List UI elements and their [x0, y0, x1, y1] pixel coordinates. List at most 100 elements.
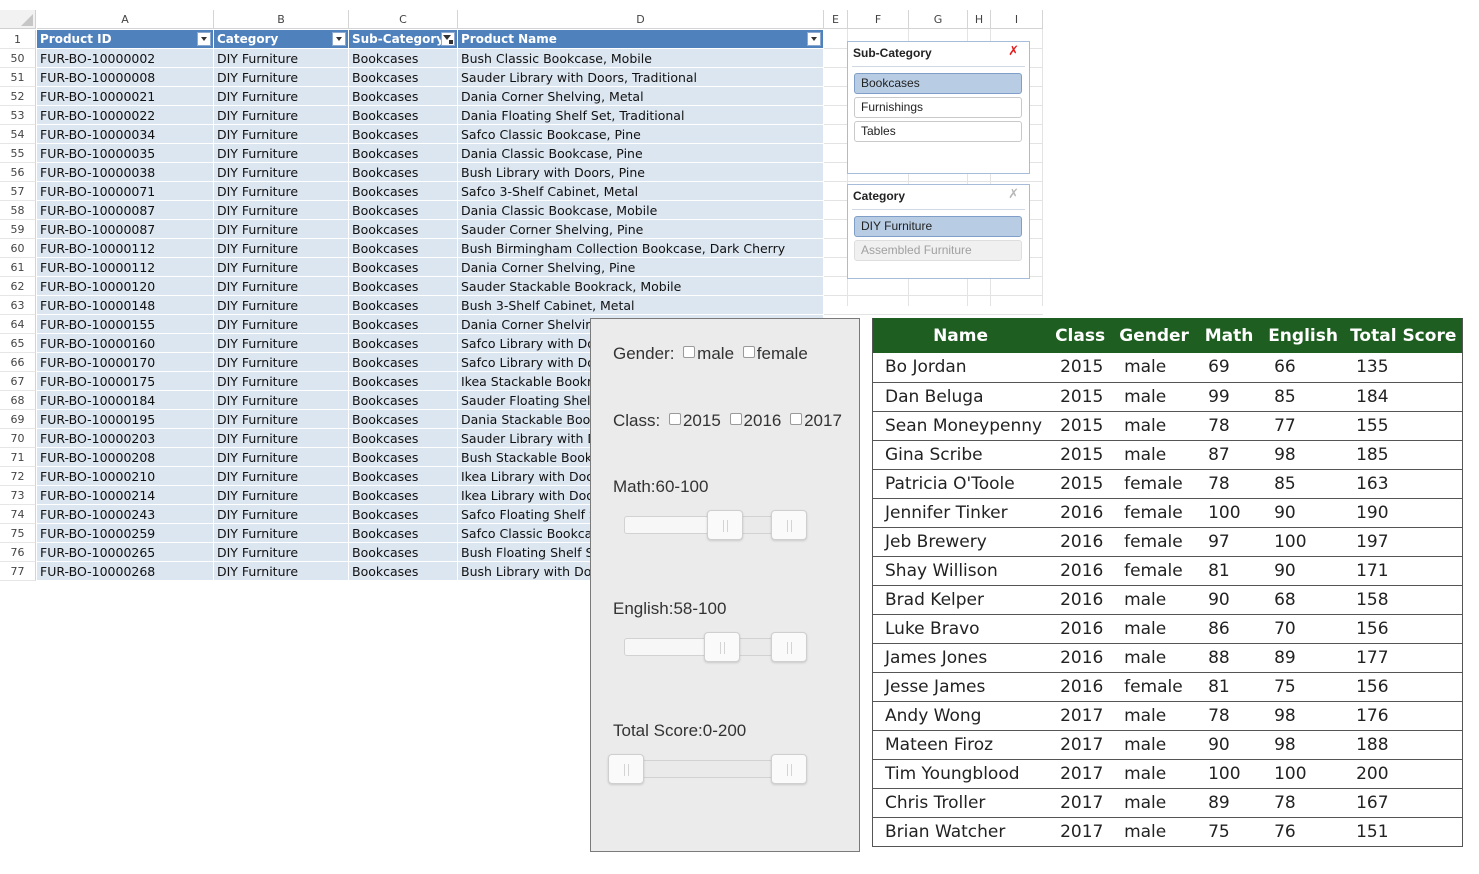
- cell-sub-category[interactable]: Bookcases: [349, 87, 458, 106]
- cell-product-id[interactable]: FUR-BO-10000148: [37, 296, 214, 315]
- cell-product-name[interactable]: Dania Classic Bookcase, Mobile: [458, 201, 824, 220]
- row-number[interactable]: 56: [0, 163, 36, 182]
- column-header-math[interactable]: Math: [1196, 318, 1263, 353]
- clear-filter-icon[interactable]: ✗: [1008, 44, 1019, 59]
- cell-category[interactable]: DIY Furniture: [214, 258, 349, 277]
- cell-category[interactable]: DIY Furniture: [214, 163, 349, 182]
- row-number[interactable]: 72: [0, 467, 36, 486]
- slicer-item[interactable]: Tables: [854, 121, 1022, 142]
- male-checkbox[interactable]: [683, 346, 696, 358]
- cell-product-name[interactable]: Bush Birmingham Collection Bookcase, Dar…: [458, 239, 824, 258]
- cell-sub-category[interactable]: Bookcases: [349, 220, 458, 239]
- cell-product-name[interactable]: Dania Corner Shelving, Metal: [458, 87, 824, 106]
- cell-product-id[interactable]: FUR-BO-10000243: [37, 505, 214, 524]
- row-number[interactable]: 63: [0, 296, 36, 315]
- row-number[interactable]: 58: [0, 201, 36, 220]
- cell-sub-category[interactable]: Bookcases: [349, 296, 458, 315]
- row-number[interactable]: 64: [0, 315, 36, 334]
- cell-category[interactable]: DIY Furniture: [214, 87, 349, 106]
- cell-category[interactable]: DIY Furniture: [214, 182, 349, 201]
- cell-category[interactable]: DIY Furniture: [214, 68, 349, 87]
- cell-sub-category[interactable]: Bookcases: [349, 543, 458, 562]
- row-number[interactable]: 67: [0, 372, 36, 391]
- cell-category[interactable]: DIY Furniture: [214, 467, 349, 486]
- cell-product-id[interactable]: FUR-BO-10000087: [37, 220, 214, 239]
- cell-product-id[interactable]: FUR-BO-10000184: [37, 391, 214, 410]
- cell-sub-category[interactable]: Bookcases: [349, 334, 458, 353]
- math-range-slider[interactable]: [624, 510, 807, 540]
- cell-category[interactable]: DIY Furniture: [214, 125, 349, 144]
- cell-product-id[interactable]: FUR-BO-10000268: [37, 562, 214, 581]
- row-number[interactable]: 1: [0, 30, 36, 49]
- cell-sub-category[interactable]: Bookcases: [349, 315, 458, 334]
- cell-sub-category[interactable]: Bookcases: [349, 486, 458, 505]
- cell-category[interactable]: DIY Furniture: [214, 429, 349, 448]
- row-number[interactable]: 70: [0, 429, 36, 448]
- cell-sub-category[interactable]: Bookcases: [349, 144, 458, 163]
- column-header-letter[interactable]: I: [991, 10, 1043, 29]
- cell-product-id[interactable]: FUR-BO-10000087: [37, 201, 214, 220]
- row-number[interactable]: 71: [0, 448, 36, 467]
- row-number[interactable]: 68: [0, 391, 36, 410]
- row-number[interactable]: 53: [0, 106, 36, 125]
- cell-sub-category[interactable]: Bookcases: [349, 410, 458, 429]
- cell-category[interactable]: DIY Furniture: [214, 220, 349, 239]
- cell-product-name[interactable]: Safco 3-Shelf Cabinet, Metal: [458, 182, 824, 201]
- cell-product-name[interactable]: Safco Classic Bookcase, Pine: [458, 125, 824, 144]
- cell-category[interactable]: DIY Furniture: [214, 448, 349, 467]
- cell-category[interactable]: DIY Furniture: [214, 543, 349, 562]
- cell-category[interactable]: DIY Furniture: [214, 486, 349, 505]
- slicer-item[interactable]: DIY Furniture: [854, 216, 1022, 237]
- column-header-english[interactable]: English: [1262, 318, 1345, 353]
- cell-product-id[interactable]: FUR-BO-10000195: [37, 410, 214, 429]
- cell-category[interactable]: DIY Furniture: [214, 144, 349, 163]
- cell-sub-category[interactable]: Bookcases: [349, 49, 458, 68]
- cell-category[interactable]: DIY Furniture: [214, 239, 349, 258]
- row-number[interactable]: 54: [0, 125, 36, 144]
- row-number[interactable]: 62: [0, 277, 36, 296]
- filter-applied-icon[interactable]: [441, 32, 455, 46]
- row-number[interactable]: 50: [0, 49, 36, 68]
- dropdown-arrow-icon[interactable]: [332, 32, 346, 46]
- slicer-item[interactable]: Assembled Furniture: [854, 240, 1022, 261]
- cell-sub-category[interactable]: Bookcases: [349, 372, 458, 391]
- cell-product-id[interactable]: FUR-BO-10000170: [37, 353, 214, 372]
- column-header-letter[interactable]: E: [824, 10, 848, 29]
- row-number[interactable]: 69: [0, 410, 36, 429]
- cell-product-name[interactable]: Dania Corner Shelving, Pine: [458, 258, 824, 277]
- column-header-letter[interactable]: F: [848, 10, 909, 29]
- cell-product-id[interactable]: FUR-BO-10000208: [37, 448, 214, 467]
- cell-product-id[interactable]: FUR-BO-10000071: [37, 182, 214, 201]
- cell-product-name[interactable]: Bush 3-Shelf Cabinet, Metal: [458, 296, 824, 315]
- cell-product-name[interactable]: Bush Library with Doors, Pine: [458, 163, 824, 182]
- cell-product-name[interactable]: Sauder Stackable Bookrack, Mobile: [458, 277, 824, 296]
- column-header-letter[interactable]: A: [37, 10, 214, 29]
- dropdown-arrow-icon[interactable]: [807, 32, 821, 46]
- total-score-range-slider[interactable]: [608, 754, 807, 784]
- cell-sub-category[interactable]: Bookcases: [349, 562, 458, 581]
- cell-product-id[interactable]: FUR-BO-10000214: [37, 486, 214, 505]
- cell-product-name[interactable]: Dania Floating Shelf Set, Traditional: [458, 106, 824, 125]
- cell-sub-category[interactable]: Bookcases: [349, 239, 458, 258]
- row-number[interactable]: 73: [0, 486, 36, 505]
- cell-sub-category[interactable]: Bookcases: [349, 106, 458, 125]
- female-checkbox[interactable]: [742, 346, 755, 358]
- cell-category[interactable]: DIY Furniture: [214, 106, 349, 125]
- row-number[interactable]: 76: [0, 543, 36, 562]
- cell-product-id[interactable]: FUR-BO-10000259: [37, 524, 214, 543]
- cell-sub-category[interactable]: Bookcases: [349, 201, 458, 220]
- cell-product-name[interactable]: Bush Classic Bookcase, Mobile: [458, 49, 824, 68]
- row-number[interactable]: 57: [0, 182, 36, 201]
- class-2016-checkbox[interactable]: [729, 413, 742, 425]
- cell-product-id[interactable]: FUR-BO-10000008: [37, 68, 214, 87]
- cell-category[interactable]: DIY Furniture: [214, 353, 349, 372]
- column-header-letter[interactable]: B: [214, 10, 349, 29]
- cell-category[interactable]: DIY Furniture: [214, 410, 349, 429]
- column-header-total-score[interactable]: Total Score: [1344, 318, 1463, 353]
- cell-product-id[interactable]: FUR-BO-10000203: [37, 429, 214, 448]
- math-min-handle[interactable]: [707, 510, 743, 540]
- cell-product-name[interactable]: Dania Classic Bookcase, Pine: [458, 144, 824, 163]
- cell-category[interactable]: DIY Furniture: [214, 334, 349, 353]
- row-number[interactable]: 75: [0, 524, 36, 543]
- cell-sub-category[interactable]: Bookcases: [349, 467, 458, 486]
